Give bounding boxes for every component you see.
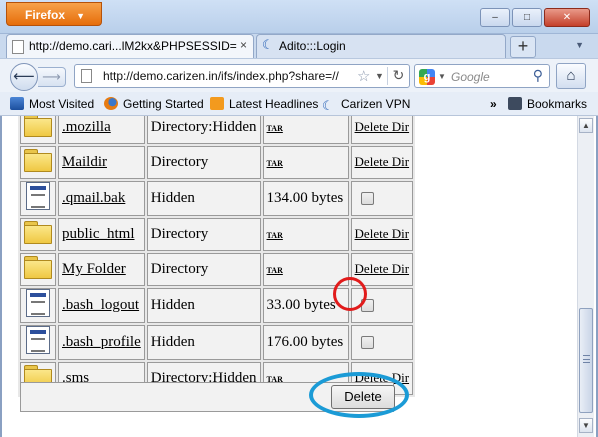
- bookmark-label: Carizen VPN: [341, 97, 411, 111]
- tab-list-chevron-icon[interactable]: ▼: [575, 40, 584, 50]
- scroll-up-arrow-icon[interactable]: ▲: [579, 118, 593, 133]
- window-controls: – □ ✕: [480, 8, 590, 27]
- file-type: Directory: [146, 253, 261, 286]
- search-input[interactable]: Google: [451, 70, 490, 84]
- folder-icon: [24, 256, 52, 279]
- file-name-link[interactable]: public_html: [62, 226, 135, 242]
- tar-download-link[interactable]: TAR: [267, 124, 283, 133]
- file-name-link[interactable]: .mozilla: [62, 119, 111, 135]
- bookmark-latest-headlines[interactable]: Latest Headlines: [210, 97, 318, 111]
- bookmark-label: Latest Headlines: [229, 97, 319, 111]
- firefox-menu-button[interactable]: Firefox ▼: [6, 2, 102, 26]
- file-type: Hidden: [146, 288, 261, 323]
- file-name-link[interactable]: Maildir: [62, 154, 107, 170]
- page-icon: [12, 40, 24, 54]
- folder-icon: [24, 149, 52, 172]
- folder-icon: [24, 221, 52, 244]
- tar-download-link[interactable]: TAR: [267, 231, 283, 240]
- file-name-link[interactable]: .qmail.bak: [62, 190, 125, 206]
- back-forward-group: ⟵ ⟶: [10, 63, 68, 91]
- back-button[interactable]: ⟵: [10, 63, 38, 91]
- navigation-bar: ⟵ ⟶ http://demo.carizen.in/ifs/index.php…: [0, 58, 598, 92]
- history-dropdown-icon[interactable]: ▼: [375, 71, 384, 81]
- bookmark-label: Getting Started: [123, 97, 204, 111]
- bookmark-star-icon[interactable]: ☆: [357, 67, 370, 85]
- bookmarks-icon: [508, 97, 522, 110]
- file-type: Directory: [146, 146, 261, 179]
- close-window-button[interactable]: ✕: [544, 8, 590, 27]
- file-size: 176.00 bytes: [262, 325, 349, 360]
- bookmarks-menu-label: Bookmarks: [527, 97, 588, 111]
- select-file-checkbox[interactable]: [360, 336, 374, 350]
- search-icon[interactable]: ⚲: [533, 67, 543, 84]
- file-icon: [26, 182, 50, 210]
- tar-download-link[interactable]: TAR: [267, 266, 283, 275]
- tab-label: Adito:::Login: [279, 39, 346, 53]
- minimize-button[interactable]: –: [480, 8, 510, 27]
- file-icon: [26, 289, 50, 317]
- search-bar[interactable]: g ▼ Google ⚲: [414, 64, 550, 88]
- tab-demo-carizen[interactable]: http://demo.cari...lM2kx&PHPSESSID= ×: [6, 34, 254, 58]
- table-row: Maildir Directory TAR Delete Dir: [20, 146, 414, 179]
- firefox-icon: [104, 97, 118, 110]
- tab-label: http://demo.cari...lM2kx&PHPSESSID=: [29, 39, 237, 53]
- new-tab-button[interactable]: +: [510, 36, 536, 58]
- file-icon: [26, 326, 50, 354]
- delete-dir-link[interactable]: Delete Dir: [355, 226, 410, 241]
- url-bar[interactable]: http://demo.carizen.in/ifs/index.php?sha…: [74, 64, 410, 88]
- select-file-checkbox[interactable]: [360, 192, 374, 206]
- scroll-thumb[interactable]: [579, 308, 593, 413]
- maximize-button[interactable]: □: [512, 8, 542, 27]
- bookmark-label: Most Visited: [29, 97, 95, 111]
- most-visited-icon: [10, 97, 24, 110]
- delete-dir-link[interactable]: Delete Dir: [355, 154, 410, 169]
- scroll-down-arrow-icon[interactable]: ▼: [579, 418, 593, 433]
- vertical-scrollbar[interactable]: ▲ ▼: [577, 116, 594, 437]
- bookmark-getting-started[interactable]: Getting Started: [104, 97, 204, 111]
- page-icon: [81, 69, 92, 83]
- file-type: Hidden: [146, 325, 261, 360]
- delete-dir-link[interactable]: Delete Dir: [355, 119, 410, 134]
- search-engine-dropdown-icon[interactable]: ▼: [438, 72, 446, 81]
- table-row: .bash_profile Hidden 176.00 bytes: [20, 325, 414, 360]
- home-button[interactable]: ⌂: [556, 63, 586, 89]
- rss-feed-icon: [210, 97, 224, 110]
- reload-icon[interactable]: ↻: [387, 67, 409, 85]
- google-logo-icon[interactable]: g: [419, 69, 435, 85]
- file-name-link[interactable]: .bash_profile: [62, 334, 141, 350]
- table-row: .mozilla Directory:Hidden TAR Delete Dir: [20, 116, 414, 144]
- page-content: .mozilla Directory:Hidden TAR Delete Dir…: [0, 116, 598, 437]
- bookmarks-toolbar: Most Visited Getting Started Latest Head…: [0, 92, 598, 116]
- table-row: public_html Directory TAR Delete Dir: [20, 218, 414, 251]
- forward-button[interactable]: ⟶: [38, 67, 66, 87]
- folder-icon: [24, 116, 52, 137]
- file-table: .mozilla Directory:Hidden TAR Delete Dir…: [18, 116, 416, 397]
- file-name-link[interactable]: My Folder: [62, 261, 126, 277]
- tab-strip: http://demo.cari...lM2kx&PHPSESSID= × ☾ …: [0, 32, 598, 58]
- chevron-down-icon: ▼: [76, 11, 85, 21]
- file-size: 134.00 bytes: [262, 181, 349, 216]
- more-bookmarks-chevron[interactable]: »: [490, 97, 497, 111]
- tar-download-link[interactable]: TAR: [267, 159, 283, 168]
- delete-dir-link[interactable]: Delete Dir: [355, 261, 410, 276]
- close-tab-icon[interactable]: ×: [240, 38, 247, 52]
- bookmarks-menu-button[interactable]: Bookmarks: [508, 97, 587, 111]
- firefox-menu-label: Firefox: [25, 8, 66, 22]
- bookmark-carizen-vpn[interactable]: ☾ Carizen VPN: [322, 97, 411, 113]
- highlight-circle-delete-button: [309, 372, 409, 418]
- file-type: Hidden: [146, 181, 261, 216]
- file-type: Directory:Hidden: [146, 116, 261, 144]
- table-row: .qmail.bak Hidden 134.00 bytes: [20, 181, 414, 216]
- grip-icon: [583, 355, 590, 363]
- tab-adito-login[interactable]: ☾ Adito:::Login: [256, 34, 506, 58]
- url-text[interactable]: http://demo.carizen.in/ifs/index.php?sha…: [103, 69, 353, 83]
- highlight-circle-checkbox: [333, 277, 367, 311]
- file-name-link[interactable]: .bash_logout: [62, 297, 139, 313]
- bookmark-most-visited[interactable]: Most Visited: [10, 97, 94, 111]
- carizen-vpn-icon: ☾: [322, 98, 334, 113]
- file-type: Directory: [146, 218, 261, 251]
- carizen-vpn-icon: ☾: [262, 37, 274, 52]
- title-bar: Firefox ▼ – □ ✕: [0, 0, 598, 34]
